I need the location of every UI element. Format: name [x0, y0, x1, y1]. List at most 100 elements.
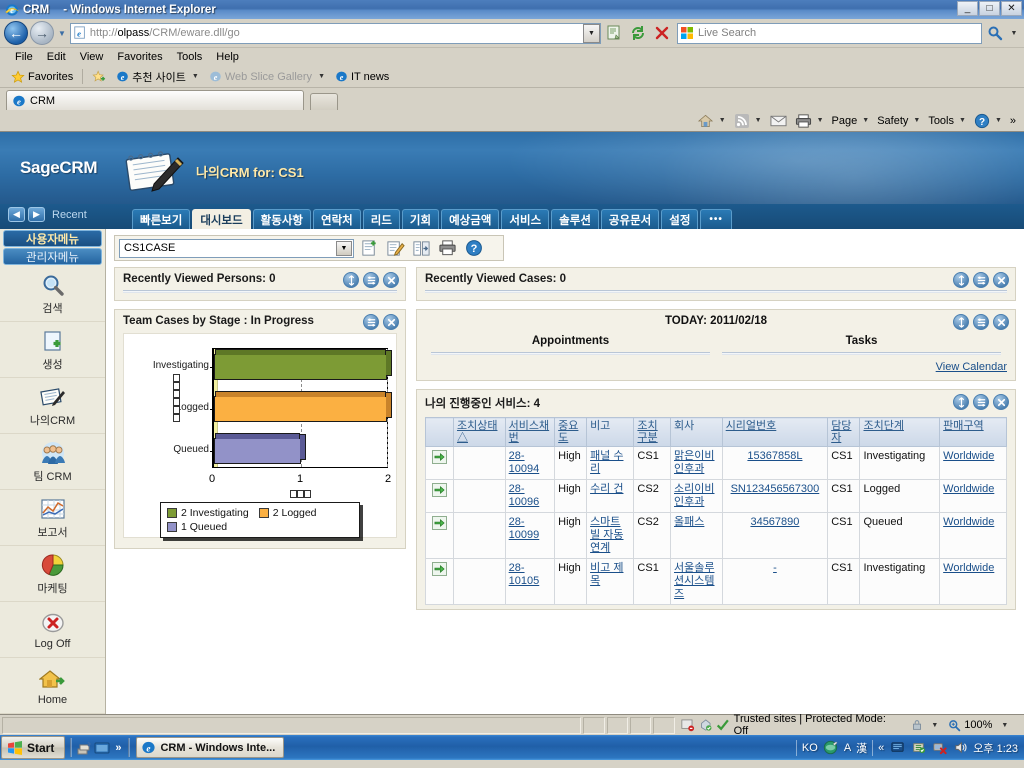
- settings-icon[interactable]: [363, 272, 379, 288]
- table-row[interactable]: 28-10094 High 패널 수리 CS1 맑은이비인후과 15367858…: [425, 446, 1007, 480]
- chevron-down-icon[interactable]: ▼: [318, 73, 325, 80]
- favorite-suggested-sites[interactable]: e 추천 사이트 ▼: [111, 68, 204, 86]
- row-case-number-cell[interactable]: 28-10099: [504, 512, 556, 559]
- settings-icon[interactable]: [363, 314, 379, 330]
- taskbar-item-crm[interactable]: e CRM - Windows Inte...: [136, 737, 285, 758]
- sidebar-item-reports[interactable]: 보고서: [0, 490, 105, 546]
- rss-feed-icon[interactable]: ▼: [730, 112, 766, 130]
- help-icon[interactable]: ?: [463, 238, 484, 259]
- help-icon[interactable]: ? ▼: [970, 112, 1006, 130]
- row-company-cell[interactable]: 서울솔루션시스템즈: [670, 558, 723, 605]
- sidebar-item-search[interactable]: 검색: [0, 266, 105, 322]
- row-action-cell[interactable]: [425, 558, 454, 605]
- table-header-company[interactable]: 회사: [670, 417, 723, 447]
- crm-tab-solutions[interactable]: 솔루션: [551, 209, 599, 229]
- row-company-cell[interactable]: 소리이비인후과: [670, 479, 723, 513]
- settings-icon[interactable]: [973, 272, 989, 288]
- recent-label[interactable]: Recent: [52, 209, 87, 221]
- start-button[interactable]: Start: [1, 736, 66, 759]
- crm-tab-dashboard[interactable]: 대시보드: [192, 209, 251, 229]
- favorite-it-news[interactable]: e IT news: [330, 69, 394, 84]
- row-case-number-cell[interactable]: 28-10096: [504, 479, 556, 513]
- protected-mode-indicator[interactable]: ▼: [904, 718, 944, 732]
- forward-arrow-icon[interactable]: →: [30, 21, 54, 45]
- row-territory-cell[interactable]: Worldwide: [939, 558, 1007, 605]
- url-input[interactable]: e http://olpass/CRM/eware.dll/go ▼: [69, 22, 601, 44]
- ime-mode-icon[interactable]: [823, 740, 839, 756]
- resize-icon[interactable]: [343, 272, 359, 288]
- edit-dashboard-icon[interactable]: [385, 238, 406, 259]
- menu-edit[interactable]: Edit: [40, 50, 73, 64]
- switch-window-icon[interactable]: [93, 739, 111, 757]
- table-header-owner[interactable]: 담당자: [827, 417, 861, 447]
- table-header-note[interactable]: 비고: [586, 417, 635, 447]
- row-territory-cell[interactable]: Worldwide: [939, 512, 1007, 559]
- sidebar-item-home[interactable]: Home: [0, 658, 105, 714]
- dashboard-select[interactable]: CS1CASE ▼: [119, 238, 354, 258]
- system-clock[interactable]: 오후 1:23: [973, 740, 1018, 756]
- row-company-cell[interactable]: 올패스: [670, 512, 723, 559]
- table-header-stage[interactable]: 조치단계: [859, 417, 941, 447]
- tray-network-monitor-icon[interactable]: [889, 740, 905, 756]
- row-serial-cell[interactable]: -: [721, 558, 829, 605]
- chevron-down-icon[interactable]: ▼: [755, 117, 762, 124]
- crm-tab-quickview[interactable]: 빠른보기: [132, 209, 191, 229]
- crm-tab-preferences[interactable]: 설정: [661, 209, 699, 229]
- row-case-number-cell[interactable]: 28-10094: [504, 446, 556, 480]
- chevron-down-icon[interactable]: ▼: [995, 117, 1002, 124]
- command-bar-overflow-button[interactable]: »: [1006, 114, 1020, 128]
- tray-volume-icon[interactable]: [952, 740, 968, 756]
- stop-icon[interactable]: [651, 22, 673, 44]
- row-note-cell[interactable]: 비고 제목: [586, 558, 635, 605]
- ime-hanja-indicator[interactable]: 漢: [856, 740, 867, 756]
- row-territory-cell[interactable]: Worldwide: [939, 479, 1007, 513]
- ime-alpha-indicator[interactable]: A: [844, 742, 851, 754]
- tray-collapse-chevron[interactable]: «: [878, 742, 884, 754]
- row-serial-cell[interactable]: 34567890: [721, 512, 829, 559]
- crm-tab-forecast[interactable]: 예상금액: [441, 209, 500, 229]
- mail-icon[interactable]: [766, 113, 791, 129]
- add-to-favorites-bar-icon[interactable]: [87, 69, 111, 85]
- menu-file[interactable]: File: [8, 50, 40, 64]
- new-dashboard-icon[interactable]: [359, 238, 380, 259]
- search-input[interactable]: Live Search: [677, 22, 982, 44]
- printer-icon[interactable]: ▼: [791, 112, 828, 130]
- zoom-control[interactable]: 100% ▼: [944, 719, 1012, 732]
- row-note-cell[interactable]: 스마트빌 자동 연계: [586, 512, 635, 559]
- table-header-priority[interactable]: 중요도: [554, 417, 588, 447]
- crm-tab-leads[interactable]: 리드: [362, 209, 400, 229]
- menu-tools[interactable]: Tools: [170, 50, 210, 64]
- table-header-status[interactable]: 조치상태 △: [452, 417, 506, 447]
- row-action-cell[interactable]: [425, 512, 454, 559]
- favorite-web-slice-gallery[interactable]: e Web Slice Gallery ▼: [204, 69, 330, 84]
- menu-view[interactable]: View: [73, 50, 111, 64]
- go-arrow-icon[interactable]: [431, 450, 447, 464]
- ime-language-indicator[interactable]: KO: [802, 742, 818, 754]
- menu-help[interactable]: Help: [209, 50, 246, 64]
- chevron-down-icon[interactable]: ▼: [931, 722, 938, 729]
- table-row[interactable]: 28-10096 High 수리 건 CS2 소리이비인후과 SN1234565…: [425, 479, 1007, 513]
- favorites-button[interactable]: Favorites: [6, 69, 78, 85]
- resize-icon[interactable]: [953, 314, 969, 330]
- chevron-down-icon[interactable]: ▼: [336, 240, 352, 256]
- row-serial-cell[interactable]: SN123456567300: [721, 479, 829, 513]
- close-icon[interactable]: [383, 272, 399, 288]
- row-action-cell[interactable]: [425, 479, 454, 513]
- table-row[interactable]: 28-10099 High 스마트빌 자동 연계 CS2 올패스 3456789…: [425, 512, 1007, 559]
- sidebar-item-logoff[interactable]: Log Off: [0, 602, 105, 658]
- crm-tab-more[interactable]: •••: [700, 209, 732, 229]
- quick-launch-overflow-chevron[interactable]: »: [115, 742, 121, 754]
- row-territory-cell[interactable]: Worldwide: [939, 446, 1007, 480]
- sidebar-item-new[interactable]: 생성: [0, 322, 105, 378]
- table-header-serial[interactable]: 시리얼번호: [721, 417, 829, 447]
- table-header-type[interactable]: 조치구분: [633, 417, 672, 447]
- print-icon[interactable]: [437, 238, 458, 259]
- chevron-down-icon[interactable]: ▼: [192, 73, 199, 80]
- close-icon[interactable]: [993, 272, 1009, 288]
- crm-tab-opportunities[interactable]: 기회: [401, 209, 440, 229]
- chevron-down-icon[interactable]: ▼: [817, 117, 824, 124]
- row-company-cell[interactable]: 맑은이비인후과: [670, 446, 723, 480]
- sidebar-tab-user-menu[interactable]: 사용자메뉴: [3, 230, 102, 247]
- chevron-down-icon[interactable]: ▼: [58, 29, 66, 38]
- add-column-icon[interactable]: [411, 238, 432, 259]
